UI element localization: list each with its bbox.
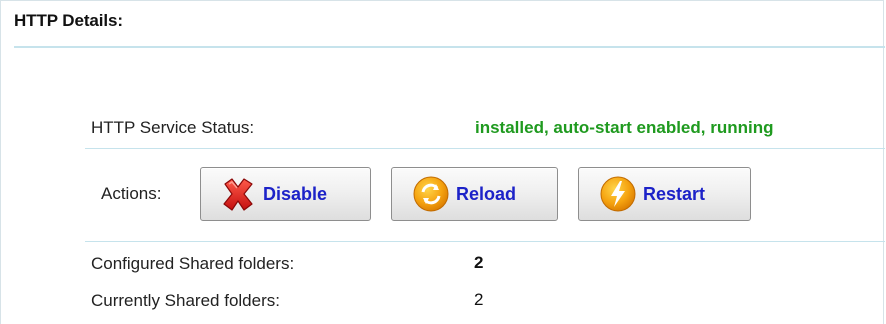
configured-shared-folders-value: 2 [474,253,484,272]
currently-shared-folders-value: 2 [474,290,484,309]
disable-button-label: Disable [263,183,328,204]
reload-button[interactable]: Reload [391,167,558,221]
section-title: HTTP Details: [14,11,123,30]
status-label: HTTP Service Status: [91,118,255,137]
currently-shared-folders-label: Currently Shared folders: [91,291,280,310]
red-x-icon [219,175,257,213]
reload-icon [412,175,450,213]
reload-button-label: Reload [456,183,517,204]
lightning-icon [599,175,637,213]
http-details-panel: HTTP Details: HTTP Service Status: insta… [0,0,885,324]
actions-divider [85,241,885,242]
status-divider [85,148,885,149]
configured-shared-folders-label: Configured Shared folders: [91,254,295,273]
title-divider [14,46,885,48]
restart-button[interactable]: Restart [578,167,751,221]
status-value: installed, auto-start enabled, running [475,118,774,137]
restart-button-label: Restart [643,183,706,204]
disable-button[interactable]: Disable [200,167,371,221]
actions-label: Actions: [101,184,162,203]
